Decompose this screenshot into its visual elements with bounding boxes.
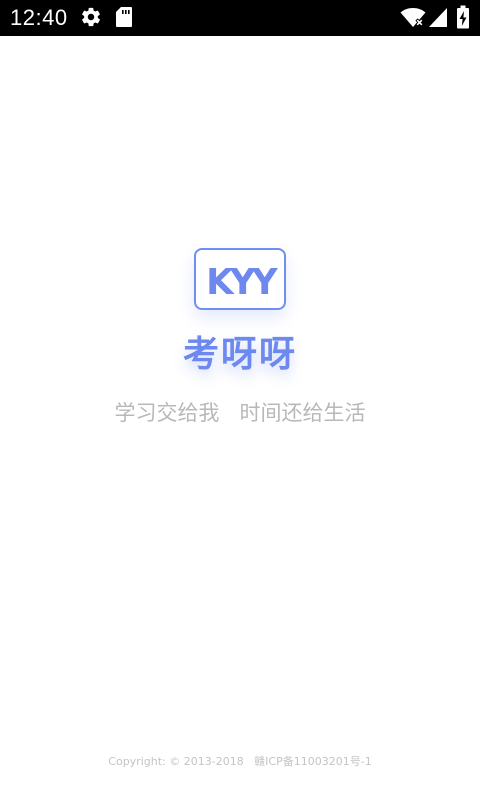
app-logo: KYY (194, 248, 286, 310)
battery-charging-icon (457, 5, 469, 29)
status-bar: 12:40 (0, 0, 480, 36)
gear-icon (82, 7, 100, 27)
sd-card-icon (116, 7, 132, 27)
app-slogan: 学习交给我 时间还给生活 (114, 401, 366, 425)
logo-text: KYY (206, 262, 279, 303)
copyright-text: Copyright: © 2013-2018 赣ICP备11003201号-1 (108, 755, 372, 768)
kyy-logo-icon: KYY (206, 262, 283, 303)
status-time: 12:40 (10, 5, 68, 30)
app-name: 考呀呀 (182, 334, 297, 375)
wifi-icon (400, 8, 426, 27)
cell-signal-icon (429, 8, 447, 27)
